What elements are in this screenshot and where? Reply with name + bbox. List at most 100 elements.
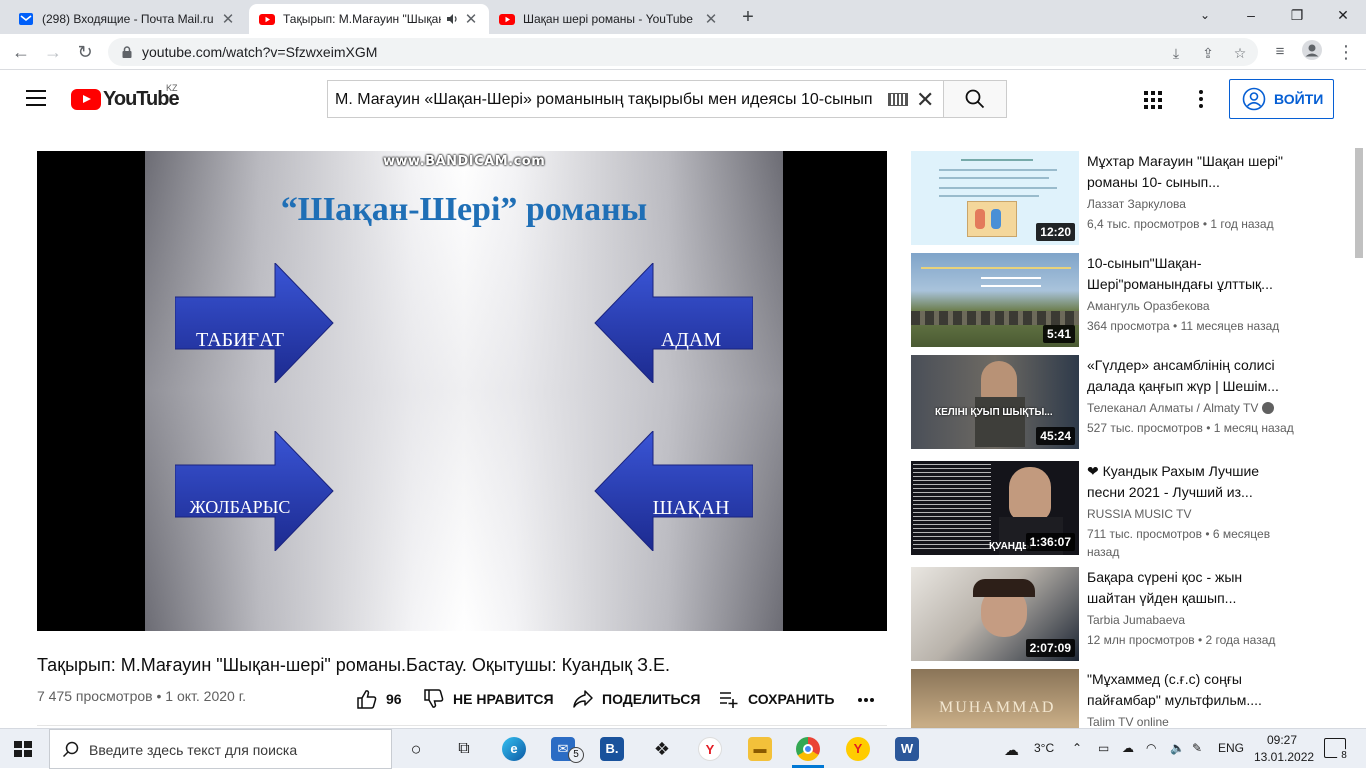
- slide-box-label: ШАҚАН: [652, 497, 730, 519]
- video-thumbnail[interactable]: 12:20: [911, 151, 1079, 245]
- onedrive-icon[interactable]: ☁: [1122, 741, 1134, 755]
- speaker-icon[interactable]: [445, 12, 459, 26]
- video-thumbnail[interactable]: 5:41: [911, 253, 1079, 347]
- forward-arrow-icon[interactable]: →: [40, 39, 66, 65]
- tab-mail[interactable]: (298) Входящие - Почта Mail.ru ✕: [8, 4, 246, 34]
- video-duration: 5:41: [1042, 325, 1075, 343]
- share-icon[interactable]: ⇪: [1198, 43, 1218, 63]
- recommended-video-title[interactable]: 10-сынып"Шақан-Шері"романындағы ұлттық..…: [1087, 253, 1292, 295]
- search-input[interactable]: М. Мағауин «Шақан-Шері» романының тақыры…: [327, 80, 944, 118]
- close-tab-icon[interactable]: ✕: [463, 10, 479, 28]
- input-language[interactable]: ENG: [1218, 741, 1244, 755]
- video-duration: 12:20: [1036, 223, 1075, 241]
- edge-icon[interactable]: e: [502, 737, 526, 761]
- tab-search-chevron-icon[interactable]: ⌄: [1182, 0, 1228, 32]
- channel-name[interactable]: Лаззат Заркулова: [1087, 197, 1186, 211]
- dropbox-icon[interactable]: ❖: [650, 737, 674, 761]
- keyboard-icon[interactable]: [888, 93, 908, 106]
- recommended-video-title[interactable]: ❤ Куандык Рахым Лучшие песни 2021 - Лучш…: [1087, 461, 1292, 503]
- taskbar-search-input[interactable]: Введите здесь текст для поиска: [49, 729, 392, 769]
- chrome-icon[interactable]: [796, 737, 820, 761]
- video-duration: 1:36:07: [1025, 533, 1075, 551]
- tab-current-video[interactable]: Тақырып: М.Мағауин "Шықан-шері" ✕: [249, 4, 489, 34]
- save-button[interactable]: СОХРАНИТЬ: [718, 688, 834, 710]
- recommended-video-title[interactable]: Мұхтар Мағауин "Шақан шері" романы 10- с…: [1087, 151, 1292, 193]
- address-bar[interactable]: youtube.com/watch?v=SfzwxeimXGM ⤓ ⇪ ☆: [108, 38, 1258, 66]
- settings-more-icon[interactable]: [1198, 90, 1204, 108]
- recommended-video[interactable]: ҚУАНДЫ 1:36:07 ❤ Куандык Рахым Лучшие пе…: [911, 461, 1351, 559]
- recommended-video[interactable]: 5:41 10-сынып"Шақан-Шері"романындағы ұлт…: [911, 253, 1351, 347]
- restore-button[interactable]: ❐: [1274, 0, 1320, 32]
- volume-icon[interactable]: 🔈: [1170, 741, 1185, 755]
- recommended-video-title[interactable]: "Мұхаммед (с.ғ.с) соңғы пайғамбар" мульт…: [1087, 669, 1292, 711]
- search-button[interactable]: [943, 80, 1007, 118]
- tray-chevron-icon[interactable]: ⌃: [1072, 741, 1082, 755]
- browser-menu-icon[interactable]: ⋮: [1334, 40, 1358, 64]
- new-tab-button[interactable]: +: [736, 6, 760, 30]
- channel-name-text: Телеканал Алматы / Almaty TV: [1087, 401, 1259, 415]
- recommended-video[interactable]: MUHAMMAD "Мұхаммед (с.ғ.с) соңғы пайғамб…: [911, 669, 1351, 728]
- tab-search-results[interactable]: Шақан шері романы - YouTube ✕: [489, 4, 729, 34]
- yandex-icon[interactable]: Y: [698, 737, 722, 761]
- menu-icon[interactable]: [26, 90, 46, 106]
- yandex-browser-icon[interactable]: Y: [846, 737, 870, 761]
- page-scrollbar[interactable]: [1355, 148, 1363, 258]
- clear-search-icon[interactable]: ✕: [916, 87, 934, 113]
- minimize-button[interactable]: –: [1228, 0, 1274, 32]
- wifi-icon[interactable]: ◠: [1146, 741, 1156, 755]
- taskbar-clock[interactable]: 09:27 13.01.2022: [1254, 732, 1314, 766]
- file-explorer-icon[interactable]: ▬: [748, 737, 772, 761]
- more-actions-icon[interactable]: [858, 698, 878, 704]
- country-code: KZ: [166, 83, 178, 93]
- dislike-button[interactable]: НЕ НРАВИТСЯ: [423, 688, 554, 710]
- recommended-video[interactable]: КЕЛІНІ ҚУЫП ШЫҚТЫ... 45:24 «Гүлдер» анса…: [911, 355, 1351, 449]
- search-query-text[interactable]: М. Мағауин «Шақан-Шері» романының тақыры…: [335, 91, 880, 109]
- notification-icon[interactable]: 8: [1324, 738, 1351, 763]
- battery-icon[interactable]: ▭: [1098, 741, 1109, 755]
- weather-icon[interactable]: ☁: [1004, 741, 1019, 759]
- back-arrow-icon[interactable]: ←: [8, 39, 34, 65]
- recommended-video-title[interactable]: «Гүлдер» ансамблінің солисі далада қаңғы…: [1087, 355, 1292, 397]
- tab-title: (298) Входящие - Почта Mail.ru: [42, 12, 214, 26]
- media-playlist-icon[interactable]: ≡: [1268, 40, 1292, 64]
- channel-name[interactable]: Телеканал Алматы / Almaty TV: [1087, 401, 1275, 415]
- video-player[interactable]: www.BANDICAM.com “Шақан-Шері” романы ТАБ…: [37, 151, 887, 631]
- video-thumbnail[interactable]: 2:07:09: [911, 567, 1079, 661]
- video-duration: 2:07:09: [1025, 639, 1075, 657]
- channel-name[interactable]: Talim TV online: [1087, 715, 1169, 728]
- youtube-logo[interactable]: YouTube KZ: [71, 83, 180, 111]
- bookmark-star-icon[interactable]: ☆: [1230, 43, 1250, 63]
- sign-in-button[interactable]: ВОЙТИ: [1229, 79, 1334, 119]
- recommended-video[interactable]: 2:07:09 Бақара сүрені қос - жын шайтан ү…: [911, 567, 1351, 661]
- like-button[interactable]: 96: [356, 688, 402, 710]
- channel-name[interactable]: Tarbia Jumabaeva: [1087, 613, 1185, 627]
- video-thumbnail[interactable]: КЕЛІНІ ҚУЫП ШЫҚТЫ... 45:24: [911, 355, 1079, 449]
- profile-avatar-icon[interactable]: [1300, 40, 1324, 64]
- apps-grid-icon[interactable]: [1144, 91, 1162, 109]
- pen-icon[interactable]: ✎: [1192, 741, 1202, 755]
- lock-icon[interactable]: [120, 45, 134, 59]
- add-playlist-icon: [720, 692, 738, 708]
- recommended-video-title[interactable]: Бақара сүрені қос - жын шайтан үйден қаш…: [1087, 567, 1292, 609]
- reload-icon[interactable]: ↻: [72, 39, 98, 65]
- arrow-shape: [175, 431, 334, 551]
- word-icon[interactable]: W: [895, 737, 919, 761]
- close-window-button[interactable]: ✕: [1320, 0, 1366, 32]
- cortana-icon[interactable]: ○: [404, 737, 428, 761]
- close-tab-icon[interactable]: ✕: [220, 10, 236, 28]
- taskbar-search-placeholder[interactable]: Введите здесь текст для поиска: [89, 742, 297, 758]
- video-thumbnail[interactable]: MUHAMMAD: [911, 669, 1079, 728]
- windows-start-icon[interactable]: [14, 741, 32, 757]
- temperature[interactable]: 3°C: [1034, 741, 1054, 755]
- channel-name[interactable]: Амангуль Оразбекова: [1087, 299, 1210, 313]
- share-button[interactable]: ПОДЕЛИТЬСЯ: [572, 688, 700, 710]
- b-app-icon[interactable]: B.: [600, 737, 624, 761]
- recommended-video[interactable]: 12:20 Мұхтар Мағауин "Шақан шері" романы…: [911, 151, 1351, 245]
- install-app-icon[interactable]: ⤓: [1166, 43, 1186, 63]
- task-view-icon[interactable]: ⧉: [452, 737, 476, 761]
- video-stats: 12 млн просмотров • 2 года назад: [1087, 633, 1276, 647]
- video-thumbnail[interactable]: ҚУАНДЫ 1:36:07: [911, 461, 1079, 555]
- channel-name[interactable]: RUSSIA MUSIC TV: [1087, 507, 1191, 521]
- url-text[interactable]: youtube.com/watch?v=SfzwxeimXGM: [142, 44, 377, 60]
- close-tab-icon[interactable]: ✕: [703, 10, 719, 28]
